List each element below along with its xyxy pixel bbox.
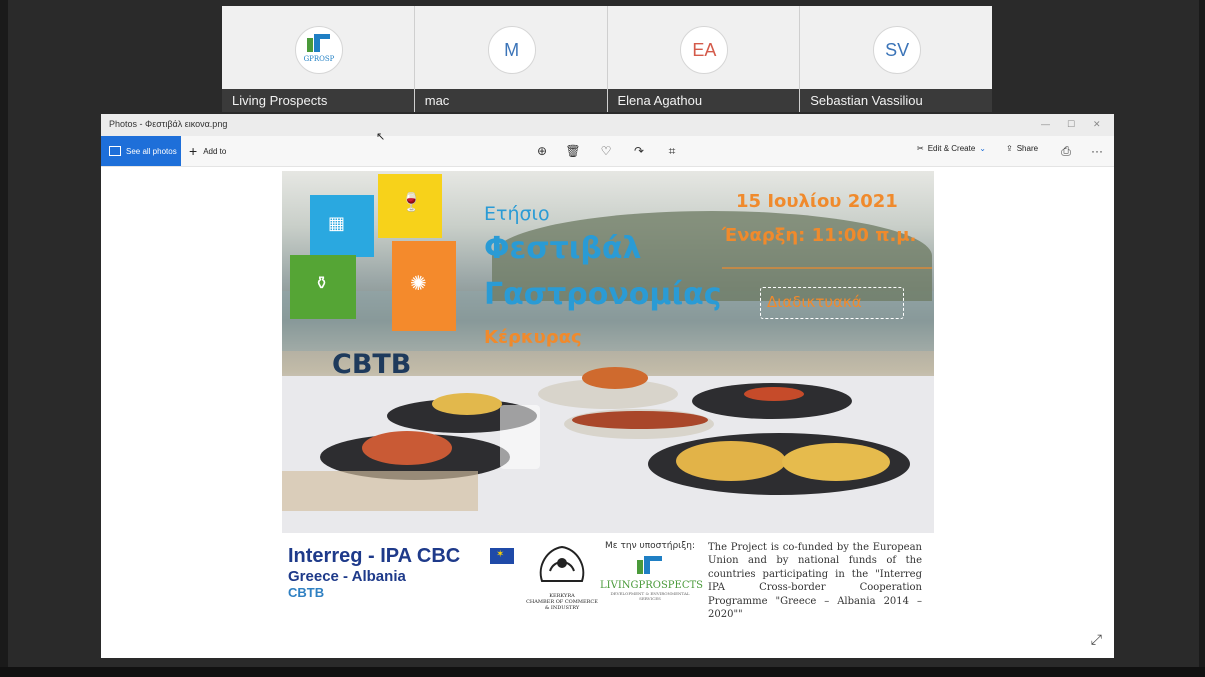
lp-brand: LIVINGPROSPECTS xyxy=(600,580,704,591)
minimize-icon[interactable]: — xyxy=(1041,119,1050,129)
poster-online-box: Διαδικτυακά xyxy=(760,287,904,319)
share-label: Share xyxy=(1016,144,1039,153)
maximize-icon[interactable]: ☐ xyxy=(1067,119,1075,130)
participant-strip: GPROSP Living Prospects M mac EA Elena A… xyxy=(222,6,992,112)
poster-cbtb: CBTB xyxy=(332,349,412,380)
living-prospects-logo-icon xyxy=(637,556,662,574)
food xyxy=(432,393,502,415)
food xyxy=(582,367,648,389)
more-button[interactable]: ··· xyxy=(1089,143,1105,159)
participant-avatar: EA xyxy=(680,26,729,74)
food xyxy=(676,441,786,481)
lp-subtitle: DEVELOPMENT & ENVIRONMENTAL SERVICES xyxy=(610,591,690,601)
participant-name: Elena Agathou xyxy=(607,89,800,112)
poster-tile-cheese: ▦ xyxy=(310,195,374,257)
plus-icon: + xyxy=(189,143,198,159)
lion-crest-icon xyxy=(539,545,585,582)
living-prospects-support-logo: Με την υποστήριξη: LIVINGPROSPECTS DEVEL… xyxy=(600,541,704,625)
greece-albania-text: Greece - Albania xyxy=(288,568,406,585)
close-icon[interactable]: ✕ xyxy=(1093,119,1101,130)
cofund-statement: The Project is co-funded by the European… xyxy=(708,542,922,621)
rotate-icon[interactable]: ↷ xyxy=(631,143,647,159)
interreg-logo-text: Interreg - IPA CBC xyxy=(288,545,461,567)
poster-divider xyxy=(722,267,932,269)
edit-create-button[interactable]: ✂ Edit & Create ⌄ xyxy=(917,144,986,153)
window-titlebar: Photos - Φεστιβάλ εικονα.png — ☐ ✕ xyxy=(101,114,1114,136)
see-all-photos-label: See all photos xyxy=(126,146,177,156)
poster-tile-jar: ⚱ xyxy=(290,255,356,319)
participant-avatar: SV xyxy=(873,26,922,74)
festival-poster-image: 🍷 ▦ ⚱ ✺ CBTB Ετήσιο Φεστιβάλ Γαστρονομία… xyxy=(282,171,934,631)
screen-bezel-bottom xyxy=(0,667,1205,677)
participant-tile[interactable]: M mac xyxy=(414,6,608,112)
poster-tile-wine: 🍷 xyxy=(378,174,442,238)
see-all-photos-button[interactable]: See all photos xyxy=(101,136,181,166)
share-button[interactable]: ⇪ Share xyxy=(1006,144,1038,153)
wine-icon: 🍷 xyxy=(400,192,423,212)
crop-icon[interactable]: ⌗ xyxy=(664,143,680,159)
food xyxy=(572,411,708,429)
expand-icon[interactable]: ⤢ xyxy=(1091,631,1102,648)
poster-line4: Κέρκυρας xyxy=(484,327,582,348)
participant-name: mac xyxy=(414,89,607,112)
poster-line3: Γαστρονομίας xyxy=(484,277,722,312)
trash-icon[interactable]: 🗑 xyxy=(565,143,581,159)
photos-icon xyxy=(109,146,121,156)
participant-name: Sebastian Vassiliou xyxy=(800,89,992,112)
participant-tile[interactable]: SV Sebastian Vassiliou xyxy=(800,6,992,112)
print-icon[interactable]: ⎙ xyxy=(1058,143,1074,159)
chevron-down-icon: ⌄ xyxy=(979,144,986,153)
photos-toolbar: See all photos + Add to ⊕ 🗑 ♡ ↷ ⌗ ✂ Edit… xyxy=(101,136,1114,167)
scissors-icon: ✂ xyxy=(917,144,924,153)
cbtb-small-text: CBTB xyxy=(288,585,325,600)
window-title: Photos - Φεστιβάλ εικονα.png xyxy=(109,119,228,129)
screen-bezel-right xyxy=(1199,0,1205,677)
edit-create-label: Edit & Create xyxy=(927,144,976,153)
zoom-icon[interactable]: ⊕ xyxy=(534,143,550,159)
participant-tile[interactable]: GPROSP Living Prospects xyxy=(222,6,415,112)
food xyxy=(744,387,804,401)
add-to-button[interactable]: + Add to xyxy=(189,136,226,166)
participant-tile[interactable]: EA Elena Agathou xyxy=(607,6,801,112)
screen-bezel-left xyxy=(0,0,8,677)
poster-online: Διαδικτυακά xyxy=(767,293,862,311)
kerkyra-chamber-logo: KERKYRA CHAMBER OF COMMERCE & INDUSTRY xyxy=(520,541,604,623)
jar-icon: ⚱ xyxy=(314,273,330,293)
food xyxy=(782,443,890,481)
support-text: Με την υποστήριξη: xyxy=(605,541,695,551)
heart-icon[interactable]: ♡ xyxy=(598,143,614,159)
food xyxy=(362,431,452,465)
living-prospects-logo-icon: GPROSP xyxy=(303,34,335,63)
poster-start-time: Έναρξη: 11:00 π.μ. xyxy=(722,225,917,246)
participant-logo-avatar: GPROSP xyxy=(294,26,343,74)
add-to-label: Add to xyxy=(203,146,227,156)
poster-line2: Φεστιβάλ xyxy=(484,231,642,266)
share-icon: ⇪ xyxy=(1006,144,1013,153)
participant-avatar: M xyxy=(487,26,536,74)
napkin xyxy=(282,471,478,511)
poster-line1: Ετήσιο xyxy=(484,203,550,225)
citrus-icon: ✺ xyxy=(410,273,427,295)
poster-date: 15 Ιουλίου 2021 xyxy=(736,191,898,212)
water-glass xyxy=(500,405,540,469)
cheese-icon: ▦ xyxy=(328,213,346,233)
participant-name: Living Prospects xyxy=(222,89,414,112)
mouse-cursor-icon: ↖ xyxy=(376,131,386,143)
kerkyra-line3: & INDUSTRY xyxy=(544,605,580,611)
poster-tile-citrus: ✺ xyxy=(392,241,456,331)
svg-text:GPROSP: GPROSP xyxy=(303,55,334,63)
eu-flag-icon: ✶ xyxy=(490,548,514,564)
